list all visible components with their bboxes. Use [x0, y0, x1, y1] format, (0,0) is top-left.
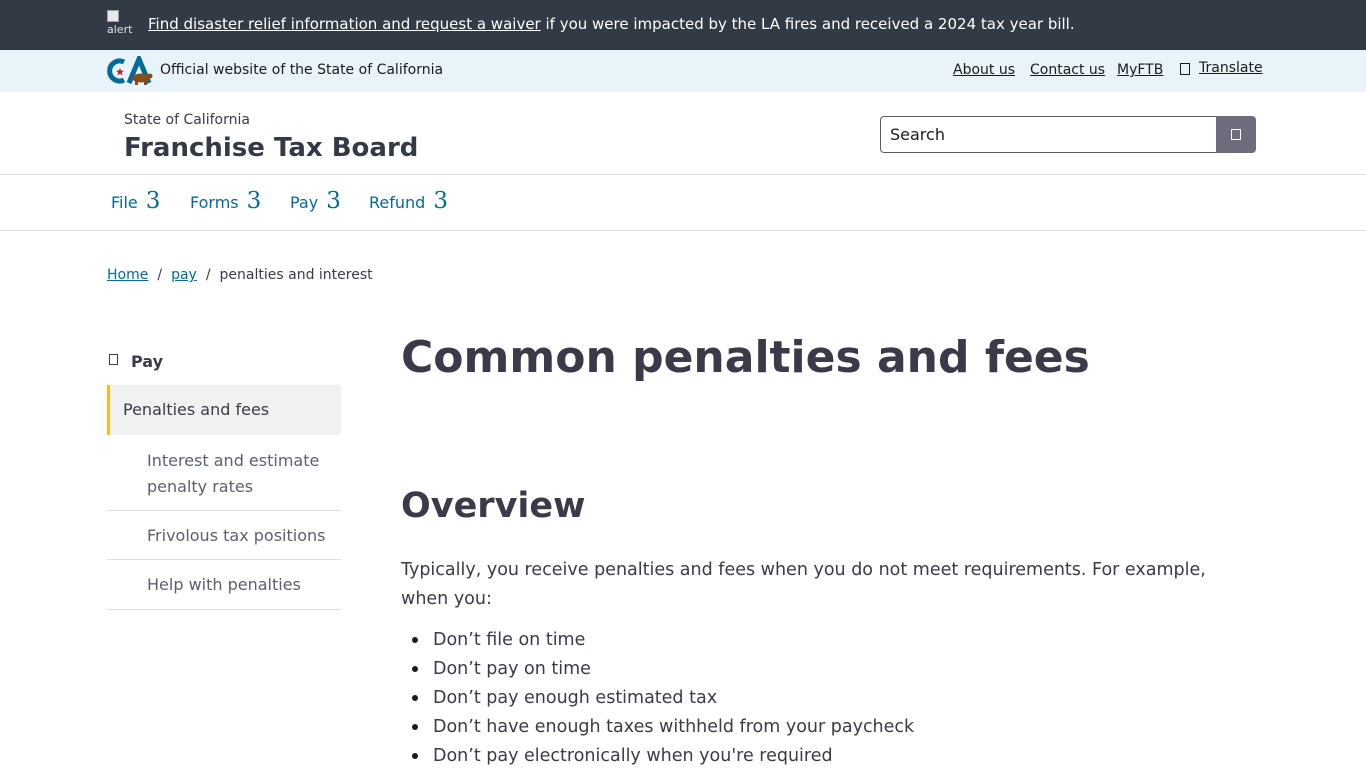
org-state-name: State of California: [124, 112, 250, 128]
nav-item-label: File: [111, 193, 138, 212]
alert-message-rest: if you were impacted by the LA fires and…: [540, 15, 1075, 33]
side-nav-heading[interactable]: Pay: [107, 340, 341, 384]
nav-item-label: Forms: [190, 193, 239, 212]
translate-link[interactable]: Translate: [1199, 58, 1263, 78]
official-website-text: Official website of the State of Califor…: [160, 62, 444, 78]
alert-icon: alert: [107, 10, 135, 38]
chevron-down-icon: 3: [145, 188, 161, 214]
chevron-down-icon: 3: [246, 188, 262, 214]
site-header: State of California Franchise Tax Board: [0, 92, 1366, 175]
list-item: Don’t pay electronically when you're req…: [411, 742, 914, 771]
list-item: Don’t pay enough estimated tax: [411, 684, 914, 713]
nav-item-forms[interactable]: Forms 3: [190, 187, 261, 219]
search-form: [880, 116, 1256, 153]
list-item: Don’t pay on time: [411, 655, 914, 684]
alert-icon-alt-text: alert: [107, 23, 133, 36]
disaster-relief-link[interactable]: Find disaster relief information and req…: [148, 15, 541, 33]
breadcrumb-home-link[interactable]: Home: [107, 267, 148, 283]
breadcrumb-separator: /: [157, 267, 163, 283]
back-icon: [109, 354, 118, 365]
side-nav-item-label: Penalties and fees: [123, 400, 270, 419]
official-website-bar: Official website of the State of Califor…: [0, 50, 1366, 92]
nav-item-pay[interactable]: Pay 3: [290, 187, 341, 219]
page-title: Common penalties and fees: [401, 332, 1090, 383]
overview-heading: Overview: [401, 486, 586, 526]
side-nav-heading-label: Pay: [131, 352, 164, 371]
about-us-link[interactable]: About us: [953, 60, 1015, 80]
org-name[interactable]: Franchise Tax Board: [124, 132, 418, 164]
alert-message: Find disaster relief information and req…: [148, 14, 1075, 34]
contact-us-link[interactable]: Contact us: [1030, 60, 1105, 80]
myftb-link[interactable]: MyFTB: [1117, 60, 1163, 80]
alert-banner: alert Find disaster relief information a…: [0, 0, 1366, 50]
side-nav-item-frivolous-tax-positions[interactable]: Frivolous tax positions: [107, 511, 341, 560]
nav-item-refund[interactable]: Refund 3: [369, 187, 448, 219]
side-nav-item-label: Frivolous tax positions: [147, 526, 326, 545]
side-nav-item-label: Interest and estimate penalty rates: [147, 451, 320, 496]
list-item: Don’t have enough taxes withheld from yo…: [411, 713, 914, 742]
breadcrumb-current: penalties and interest: [219, 267, 373, 283]
broken-image-icon: [107, 10, 119, 22]
main-navigation: File 3 Forms 3 Pay 3 Refund 3: [0, 175, 1366, 231]
nav-item-file[interactable]: File 3: [111, 187, 160, 219]
requirements-list: Don’t file on time Don’t pay on time Don…: [411, 626, 914, 771]
search-button[interactable]: [1216, 116, 1256, 153]
breadcrumb-separator: /: [205, 267, 211, 283]
chevron-down-icon: 3: [326, 188, 341, 214]
chevron-down-icon: 3: [433, 188, 448, 214]
side-nav-item-label: Help with penalties: [147, 575, 301, 594]
breadcrumb: Home / pay / penalties and interest: [107, 265, 373, 285]
search-icon: [1231, 129, 1241, 140]
intro-paragraph: Typically, you receive penalties and fee…: [401, 560, 1206, 609]
side-nav-item-interest-rates[interactable]: Interest and estimate penalty rates: [107, 436, 341, 511]
ca-gov-logo-icon[interactable]: [107, 56, 153, 86]
translate-icon: [1180, 63, 1190, 75]
list-item: Don’t file on time: [411, 626, 914, 655]
nav-item-label: Pay: [290, 193, 319, 212]
search-input[interactable]: [880, 116, 1217, 153]
side-nav-item-help-with-penalties[interactable]: Help with penalties: [107, 560, 341, 610]
breadcrumb-pay-link[interactable]: pay: [171, 267, 197, 283]
nav-item-label: Refund: [369, 193, 426, 212]
side-nav-item-penalties-and-fees[interactable]: Penalties and fees: [107, 385, 341, 435]
